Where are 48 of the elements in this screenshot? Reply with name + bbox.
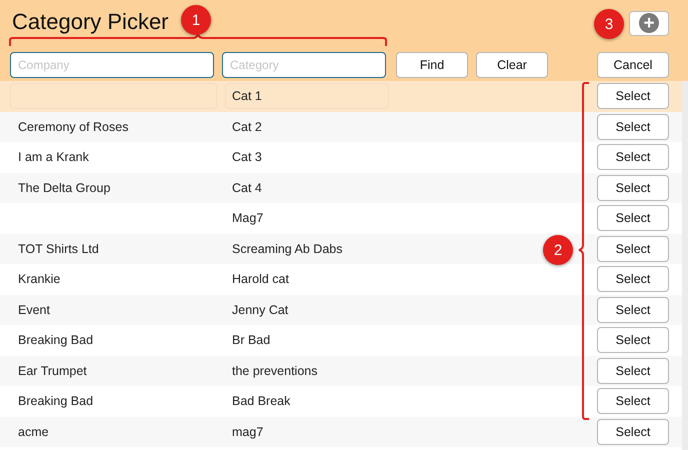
add-button[interactable]: + <box>629 10 669 36</box>
company-cell-text: acme <box>17 424 50 441</box>
select-button[interactable]: Select <box>597 266 669 292</box>
category-cell-text: Cat 2 <box>231 118 263 136</box>
company-cell-text: Event <box>17 302 51 319</box>
company-cell-text: I am a Krank <box>17 149 90 166</box>
category-cell-text: the preventions <box>231 362 318 380</box>
category-cell-text: Harold cat <box>231 271 290 288</box>
category-cell-text: Cat 3 <box>231 149 263 166</box>
category-cell: Cat 1 <box>225 83 389 110</box>
table-row[interactable]: acme mag7 Select <box>0 416 682 447</box>
clear-button[interactable]: Clear <box>476 52 548 78</box>
select-button[interactable]: Select <box>597 174 669 201</box>
company-cell-text: Ear Trumpet <box>17 362 88 380</box>
company-cell-text: TOT Shirts Ltd <box>17 240 100 258</box>
plus-icon: + <box>639 13 659 33</box>
company-field[interactable]: Company <box>10 52 214 78</box>
company-cell-text: Breaking Bad <box>17 393 94 410</box>
category-cell-text: Bad Break <box>231 393 292 410</box>
cancel-button[interactable]: Cancel <box>597 52 669 78</box>
category-field[interactable]: Category <box>222 52 386 78</box>
category-cell-text: Screaming Ab Dabs <box>231 240 344 258</box>
table-row[interactable]: Cat 1 Select <box>0 81 682 112</box>
table-row[interactable]: The Delta Group Cat 4 Select <box>0 172 682 203</box>
select-button[interactable]: Select <box>597 296 669 323</box>
page-title: Category Picker <box>12 9 169 35</box>
select-button[interactable]: Select <box>597 327 669 354</box>
table-row[interactable]: Ear Trumpet the preventions Select <box>0 356 682 386</box>
company-cell-text: The Delta Group <box>17 180 112 197</box>
table-row[interactable]: Event Jenny Cat Select <box>0 294 682 325</box>
table-row[interactable]: Ceremony of Roses Cat 2 Select <box>0 112 682 142</box>
category-cell-text: mag7 <box>231 424 264 441</box>
select-button[interactable]: Select <box>597 114 669 140</box>
select-button[interactable]: Select <box>597 83 669 110</box>
select-button[interactable]: Select <box>597 388 669 414</box>
select-button[interactable]: Select <box>597 418 669 445</box>
category-cell-text: Jenny Cat <box>231 302 290 319</box>
company-cell-text: Ceremony of Roses <box>17 118 130 136</box>
category-cell-text: Cat 4 <box>231 180 263 197</box>
category-cell-text: Mag7 <box>231 210 264 228</box>
select-button[interactable]: Select <box>597 205 669 232</box>
company-cell-text: Krankie <box>17 271 62 288</box>
company-cell-text: Breaking Bad <box>17 332 94 350</box>
select-button[interactable]: Select <box>597 144 669 170</box>
category-cell-text: Br Bad <box>231 332 272 350</box>
select-button[interactable]: Select <box>597 236 669 262</box>
select-button[interactable]: Select <box>597 358 669 384</box>
find-button[interactable]: Find <box>396 52 468 78</box>
